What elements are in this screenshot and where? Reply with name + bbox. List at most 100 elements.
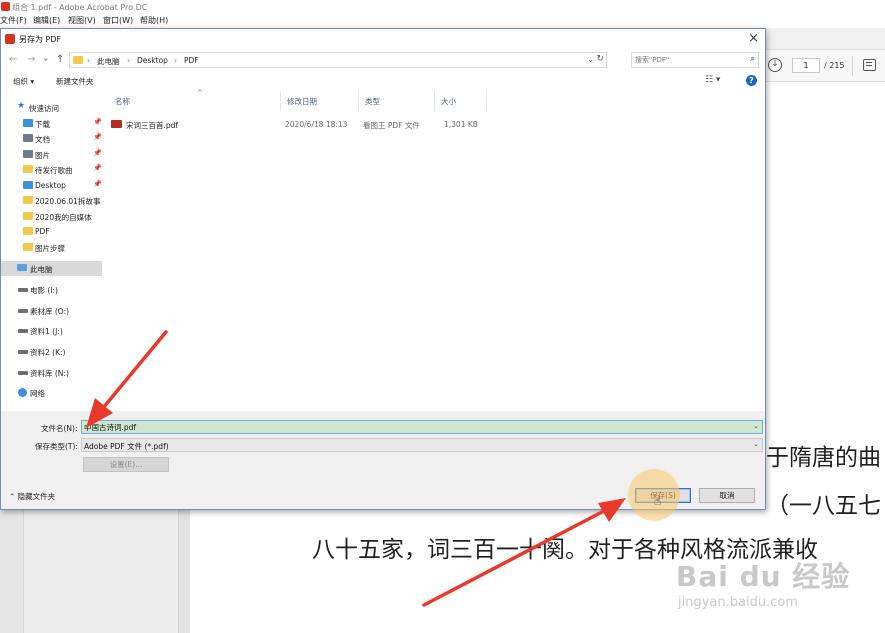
menu-edit[interactable]: 编辑(E) <box>33 15 60 26</box>
file-type: 看图王 PDF 文件 <box>363 121 420 130</box>
sidebar-item-drive-k[interactable]: 资料2 (K:) <box>1 344 102 359</box>
folder-icon <box>23 212 33 220</box>
computer-icon <box>17 264 27 271</box>
column-header-type[interactable]: 类型 <box>359 91 435 111</box>
comment-icon[interactable] <box>863 59 876 71</box>
sidebar-item-documents[interactable]: 文档 📌 <box>1 131 102 146</box>
menu-help[interactable]: 帮助(H) <box>140 15 168 26</box>
sort-ascending-icon: ^ <box>197 89 203 97</box>
toolbar-divider <box>852 56 853 76</box>
folder-icon <box>73 56 83 64</box>
view-options-icon[interactable]: ☷ ▾ <box>705 75 720 85</box>
address-bar[interactable]: › 此电脑 › Desktop › PDF ⌄ ↻ <box>69 52 607 68</box>
pin-icon[interactable]: 📌 <box>93 133 102 141</box>
pin-icon[interactable]: 📌 <box>93 149 102 157</box>
chevron-down-icon[interactable]: ⌄ <box>753 422 759 430</box>
drive-icon <box>18 288 28 292</box>
sidebar-item-label: 2020我的自媒体 <box>35 213 92 222</box>
breadcrumb-separator-icon: › <box>127 56 130 65</box>
sidebar-item-drive-n[interactable]: 资料库 (N:) <box>1 365 102 380</box>
star-icon: ★ <box>17 101 26 111</box>
sidebar-item-drive-j[interactable]: 资料1 (J:) <box>1 323 102 338</box>
back-arrow-icon[interactable]: ← <box>9 54 17 65</box>
acrobat-panel-splitter[interactable] <box>178 510 190 633</box>
help-icon[interactable]: ? <box>746 75 757 86</box>
drive-icon <box>18 309 28 313</box>
pin-icon[interactable]: 📌 <box>93 118 102 126</box>
breadcrumb-this-pc[interactable]: 此电脑 <box>97 56 120 67</box>
breadcrumb-separator-icon: › <box>174 56 177 65</box>
sidebar-item-story-folder[interactable]: 2020.06.01拆故事 <box>1 193 102 208</box>
folder-icon <box>23 165 33 173</box>
save-as-dialog: 另存为 PDF × ← → ▾ ↑ › 此电脑 › Desktop › PDF … <box>0 28 766 510</box>
sidebar-item-drive-o[interactable]: 素材库 (O:) <box>1 303 102 318</box>
sidebar-item-label: 资料库 (N:) <box>30 369 69 378</box>
acrobat-menu-bar: 文件(F) 编辑(E) 视图(V) 窗口(W) 帮助(H) <box>0 14 885 28</box>
sidebar-item-pictures[interactable]: 图片 📌 <box>1 147 102 162</box>
menu-view[interactable]: 视图(V) <box>68 15 96 26</box>
search-icon[interactable]: ⌕ <box>750 54 755 64</box>
sidebar-item-desktop[interactable]: Desktop 📌 <box>1 178 102 193</box>
acrobat-page-toolbar: ↓ 1 / 215 <box>766 50 885 82</box>
sidebar-item-label: 2020.06.01拆故事 <box>35 197 101 206</box>
sidebar-item-label: 此电脑 <box>30 265 53 274</box>
file-row[interactable]: 宋词三百首.pdf 2020/6/18 18:13 看图王 PDF 文件 1,3… <box>111 118 491 130</box>
close-icon[interactable]: × <box>748 31 759 46</box>
search-input[interactable] <box>635 54 743 66</box>
column-header-size[interactable]: 大小 <box>435 91 487 111</box>
sidebar-item-picture-steps[interactable]: 图片步骤 <box>1 240 102 255</box>
sidebar-item-label: 图片步骤 <box>35 244 65 253</box>
dialog-title-bar: 另存为 PDF × <box>1 29 765 49</box>
chevron-down-icon[interactable]: ⌄ <box>753 440 759 448</box>
sidebar-item-label: 图片 <box>35 151 50 160</box>
new-folder-button[interactable]: 新建文件夹 <box>56 76 94 87</box>
sidebar-item-label: PDF <box>35 227 50 236</box>
sidebar-item-pdf[interactable]: PDF <box>1 224 102 239</box>
file-size: 1,301 KB <box>444 120 478 129</box>
acrobat-window-title: 组合 1.pdf - Adobe Acrobat Pro DC <box>12 3 148 12</box>
filename-input[interactable] <box>84 422 744 432</box>
next-page-icon[interactable]: ↓ <box>768 58 782 72</box>
search-box[interactable]: ⌕ <box>631 52 759 68</box>
refresh-icon[interactable]: ↻ <box>596 54 604 64</box>
menu-file[interactable]: 文件(F) <box>0 15 27 26</box>
document-text-line-1: 于隋唐的曲 <box>766 445 881 471</box>
hide-folders-toggle[interactable]: ⌃ 隐藏文件夹 <box>9 491 55 502</box>
folder-icon <box>23 227 33 235</box>
sidebar-item-songs[interactable]: 待发行歌曲 📌 <box>1 162 102 177</box>
menu-window[interactable]: 窗口(W) <box>103 15 133 26</box>
picture-icon <box>23 150 33 158</box>
cancel-button[interactable]: 取消 <box>699 488 755 503</box>
page-total: / 215 <box>824 61 845 70</box>
forward-arrow-icon[interactable]: → <box>27 54 35 65</box>
drive-icon <box>18 350 28 354</box>
pin-icon[interactable]: 📌 <box>93 164 102 172</box>
file-modified: 2020/6/18 18:13 <box>285 120 348 129</box>
sidebar-item-downloads[interactable]: 下载 📌 <box>1 116 102 131</box>
sidebar-item-media-folder[interactable]: 2020我的自媒体 <box>1 209 102 224</box>
filetype-value: Adobe PDF 文件 (*.pdf) <box>84 442 169 451</box>
recent-locations-icon[interactable]: ▾ <box>44 56 48 64</box>
sidebar-item-drive-i[interactable]: 电影 (I:) <box>1 282 102 297</box>
page-number-input[interactable]: 1 <box>792 58 820 73</box>
hide-folders-label: 隐藏文件夹 <box>17 492 56 501</box>
navigation-pane: ★ 快速访问 下载 📌 文档 📌 图片 📌 待发行歌曲 📌 Desktop 📌 <box>1 91 103 411</box>
breadcrumb-desktop[interactable]: Desktop <box>137 56 168 65</box>
column-header-modified[interactable]: 修改日期 <box>281 91 359 111</box>
sidebar-item-this-pc[interactable]: 此电脑 <box>1 261 102 276</box>
breadcrumb-pdf[interactable]: PDF <box>184 56 199 65</box>
watermark-logo: Bai du 经验 <box>676 560 851 593</box>
up-arrow-icon[interactable]: ↑ <box>56 54 64 65</box>
pin-icon[interactable]: 📌 <box>93 180 102 188</box>
command-bar: 组织 ▾ 新建文件夹 ☷ ▾ ? <box>1 71 765 91</box>
file-list: 名称 ^ 修改日期 类型 大小 宋词三百首.pdf 2020/6/18 18:1… <box>105 89 765 411</box>
filename-field[interactable]: ⌄ <box>81 420 763 434</box>
breadcrumb-separator-icon: › <box>87 56 90 65</box>
settings-button[interactable]: 设置(E)... <box>83 457 169 472</box>
filetype-select[interactable]: Adobe PDF 文件 (*.pdf) ⌄ <box>81 438 763 452</box>
sidebar-item-network[interactable]: 网络 <box>1 385 102 400</box>
organize-button[interactable]: 组织 ▾ <box>13 76 34 87</box>
column-header-name[interactable]: 名称 ^ <box>109 89 281 111</box>
chevron-down-icon[interactable]: ⌄ <box>587 55 594 64</box>
sidebar-item-quick-access[interactable]: ★ 快速访问 <box>1 100 102 115</box>
